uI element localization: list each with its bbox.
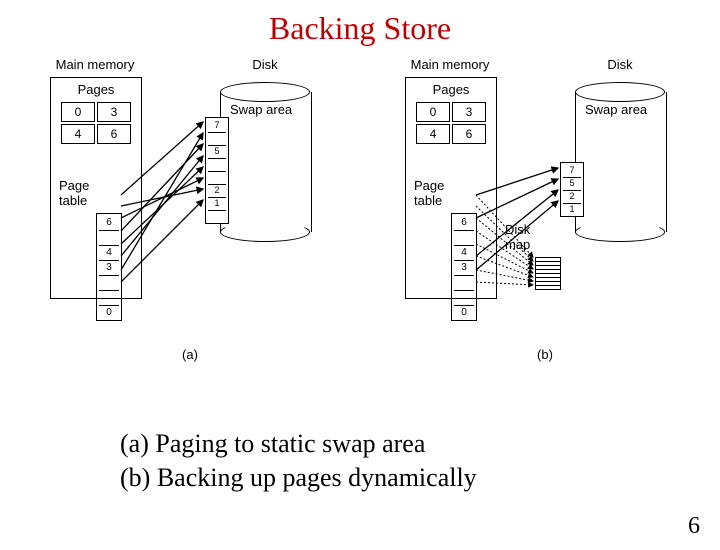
label-disk-b: Disk	[607, 57, 632, 72]
label-pages: Pages	[78, 82, 115, 97]
caption-b: (b) Backing up pages dynamically	[120, 461, 720, 495]
caption-a: (a) Paging to static swap area	[120, 427, 720, 461]
label-main-memory: Main memory	[56, 57, 135, 72]
page-number: 6	[688, 513, 700, 540]
panel-a: Main memory Disk Pages 03 46 Page table …	[20, 57, 360, 357]
label-main-memory-b: Main memory	[411, 57, 490, 72]
disk-map	[535, 257, 561, 290]
label-swap-area-b: Swap area	[585, 102, 647, 117]
label-disk-map: Disk map	[505, 222, 530, 252]
label-swap-area-a: Swap area	[230, 102, 292, 117]
main-memory-box: Pages 03 46 Page table 6 4 3 0	[50, 77, 142, 299]
pages-grid-b: 03 46	[414, 100, 488, 146]
swap-table-b: 7 5 2 1	[560, 162, 584, 217]
label-page-table: Page table	[59, 178, 89, 208]
slide-title: Backing Store	[0, 10, 720, 47]
sublabel-b: (b)	[537, 347, 553, 362]
captions: (a) Paging to static swap area (b) Backi…	[120, 427, 720, 495]
sublabel-a: (a)	[182, 347, 198, 362]
label-pages-b: Pages	[433, 82, 470, 97]
page-table-a: 6 4 3 0	[96, 213, 122, 321]
label-disk: Disk	[252, 57, 277, 72]
panel-b: Main memory Disk Pages 03 46 Page table …	[375, 57, 715, 357]
main-memory-box-b: Pages 03 46 Page table 6 4 3 0	[405, 77, 497, 299]
label-page-table-b: Page table	[414, 178, 444, 208]
pages-grid: 03 46	[59, 100, 133, 146]
page-table-b: 6 4 3 0	[451, 213, 477, 321]
swap-table-a: 7 5 2 1	[205, 117, 229, 224]
figure-area: Main memory Disk Pages 03 46 Page table …	[10, 57, 710, 357]
